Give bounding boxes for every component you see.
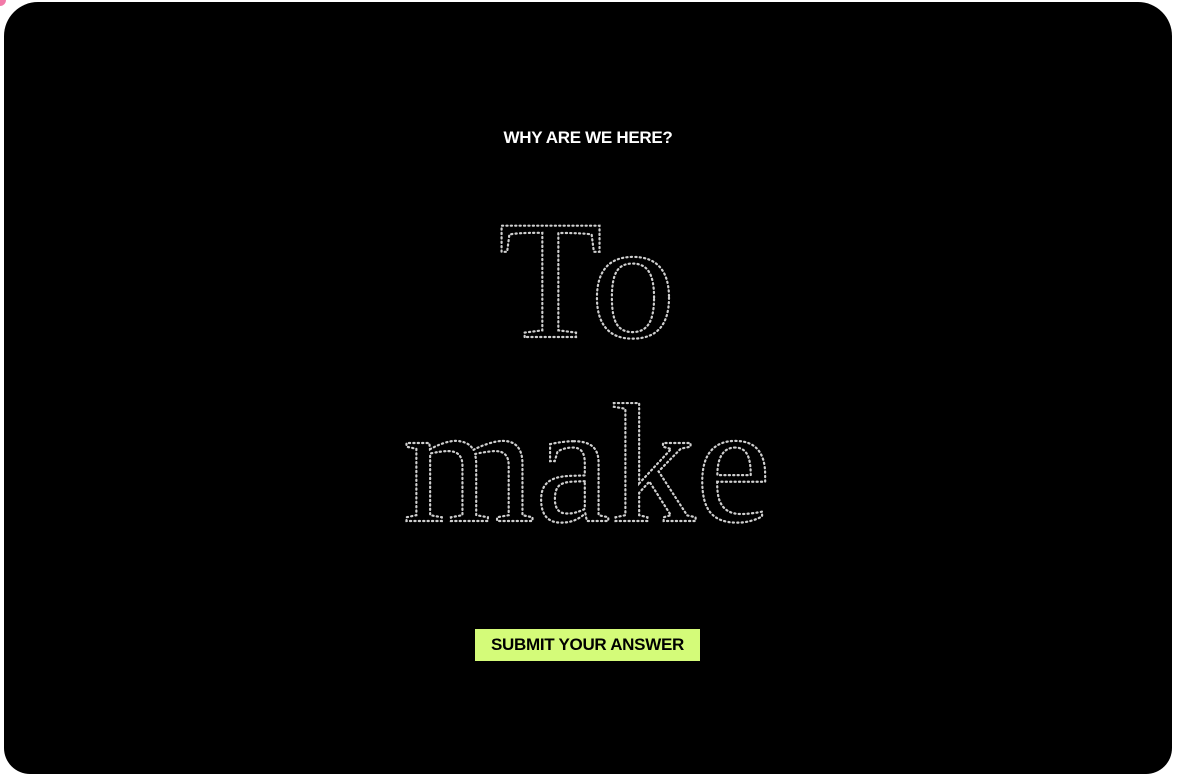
animated-answer-text: To make (402, 185, 772, 559)
submit-answer-button[interactable]: SUBMIT YOUR ANSWER (475, 629, 700, 661)
answer-line-1: To (499, 186, 676, 374)
main-stage: WHY ARE WE HERE? To make SUBMIT YOUR ANS… (4, 2, 1172, 774)
answer-line-2: make (403, 370, 771, 558)
